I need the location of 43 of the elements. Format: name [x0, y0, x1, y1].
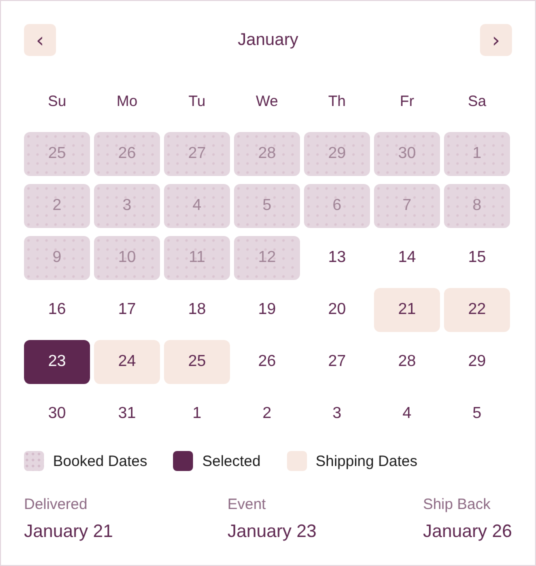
weekday-label: Fr [398, 92, 416, 110]
day-cell[interactable]: 16 [24, 288, 90, 332]
day-cell[interactable]: 20 [304, 288, 370, 332]
day-cell[interactable]: 5 [444, 392, 510, 436]
summary-label: Ship Back [422, 495, 492, 515]
day-cell[interactable]: 1 [164, 392, 230, 436]
day-cell[interactable]: 3 [304, 392, 370, 436]
day-cell[interactable]: 4 [374, 392, 440, 436]
day-cell[interactable]: 17 [94, 288, 160, 332]
day-cell[interactable]: 15 [444, 236, 510, 280]
day-cell[interactable]: 31 [94, 392, 160, 436]
next-month-button[interactable]: › [480, 24, 512, 56]
day-cell[interactable]: 2 [234, 392, 300, 436]
summary-label: Delivered [24, 495, 88, 515]
day-cell[interactable]: 23 [24, 340, 90, 384]
weekday-label: Th [327, 92, 347, 110]
previous-month-button[interactable]: ‹ [24, 24, 56, 56]
day-cell[interactable]: 27 [304, 340, 370, 384]
weekday-label: Mo [116, 92, 138, 110]
month-title: January [238, 30, 298, 50]
summary-label: Event [227, 495, 267, 515]
legend-label: Selected [202, 452, 261, 470]
day-cell[interactable]: 25 [164, 340, 230, 384]
summary-date: January 23 [227, 520, 317, 543]
day-cell[interactable]: 21 [374, 288, 440, 332]
day-cell[interactable]: 18 [164, 288, 230, 332]
weekday-label: Sa [466, 92, 488, 110]
day-cell[interactable]: 13 [304, 236, 370, 280]
day-cell[interactable]: 26 [234, 340, 300, 384]
summary-date: January 21 [24, 520, 114, 543]
legend-label: Shipping Dates [316, 452, 418, 470]
day-cell[interactable]: 29 [444, 340, 510, 384]
day-cell[interactable]: 19 [234, 288, 300, 332]
weekday-label: Tu [188, 92, 206, 110]
day-cell[interactable]: 14 [374, 236, 440, 280]
day-cell[interactable]: 28 [374, 340, 440, 384]
weekday-label: We [254, 92, 280, 110]
day-cell[interactable]: 24 [94, 340, 160, 384]
legend-label: Booked Dates [53, 452, 148, 470]
weekday-label: Su [46, 92, 68, 110]
day-cell[interactable]: 22 [444, 288, 510, 332]
summary-date: January 26 [422, 520, 512, 543]
day-cell[interactable]: 30 [24, 392, 90, 436]
